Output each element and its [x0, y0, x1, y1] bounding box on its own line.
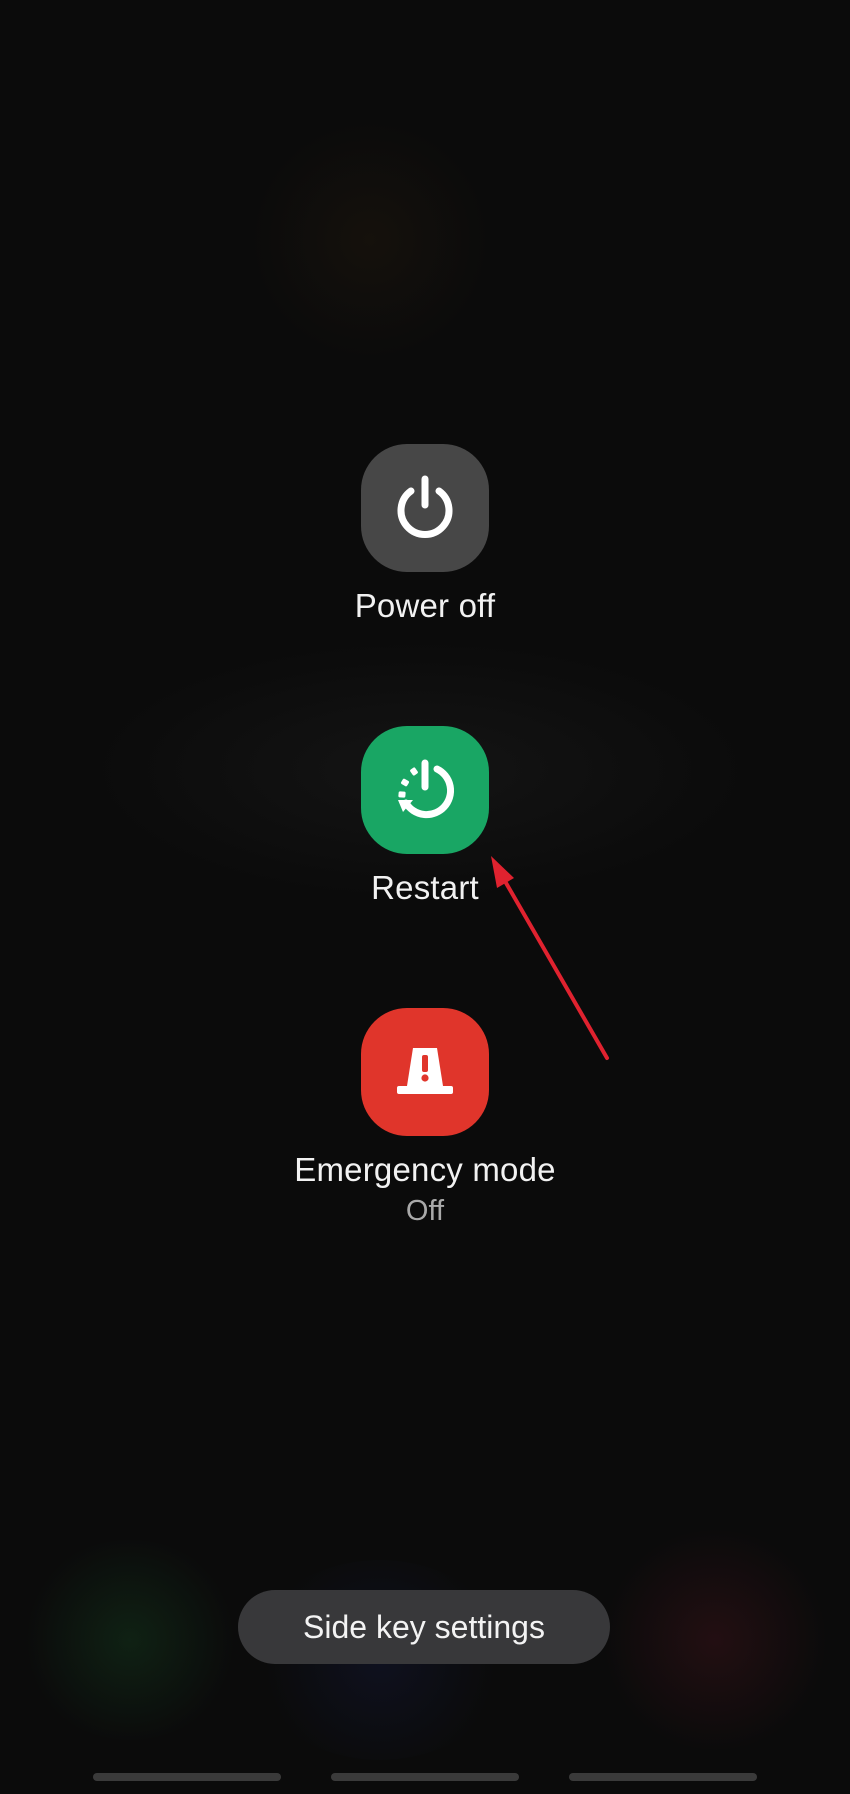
background-glow — [600, 1530, 830, 1750]
restart-icon — [398, 759, 455, 819]
power-icon — [397, 475, 453, 538]
emergency-mode-label: Emergency mode — [294, 1151, 556, 1188]
power-off-label: Power off — [354, 587, 496, 624]
background-glow — [250, 120, 490, 360]
emergency-mode-action: Emergency mode Off — [0, 1008, 850, 1230]
power-off-button[interactable] — [361, 444, 489, 572]
nav-handle[interactable] — [93, 1773, 281, 1781]
nav-handle[interactable] — [331, 1773, 519, 1781]
emergency-mode-button[interactable] — [361, 1008, 489, 1136]
background-glow — [20, 1540, 240, 1740]
restart-action: Restart — [0, 726, 850, 908]
restart-label: Restart — [371, 869, 479, 906]
side-key-settings-button[interactable]: Side key settings — [238, 1590, 610, 1664]
restart-button[interactable] — [361, 726, 489, 854]
emergency-mode-status: Off — [405, 1195, 445, 1227]
nav-handle[interactable] — [569, 1773, 757, 1781]
emergency-siren-icon — [397, 1048, 453, 1094]
power-menu-screen: Power off Restart Emergency mode Off Sid… — [0, 0, 850, 1794]
power-off-action: Power off — [0, 444, 850, 626]
